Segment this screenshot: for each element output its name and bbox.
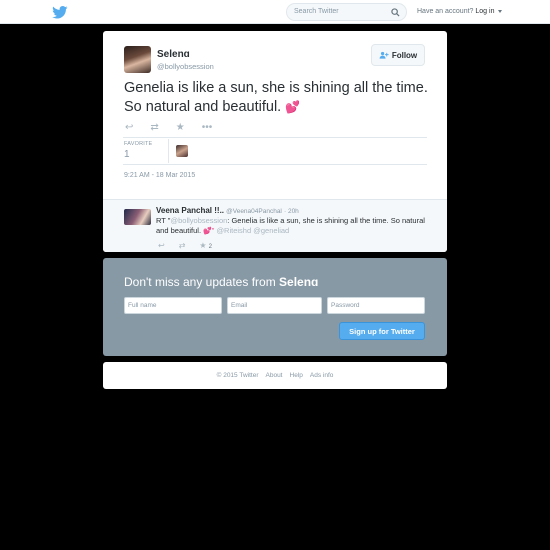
author-name[interactable]: Selenɑ <box>157 49 190 60</box>
reply-icon[interactable]: ↩ <box>158 241 165 250</box>
footer-help-link[interactable]: Help <box>290 372 303 379</box>
signup-heading-prefix: Don't miss any updates from <box>124 275 276 289</box>
tweet-timestamp[interactable]: 9:21 AM - 18 Mar 2015 <box>124 172 195 179</box>
reply-author-name[interactable]: Veena Panchal !!.. <box>156 206 224 215</box>
favorite-star-icon[interactable]: ★ <box>176 122 185 133</box>
favorite-count[interactable]: 1 <box>124 149 130 160</box>
reply-icon[interactable]: ↩ <box>125 122 133 133</box>
reply-author-handle[interactable]: @Veena04Panchal <box>226 208 282 215</box>
divider <box>123 137 427 138</box>
reply-actions: ↩ ⇄ ★ 2 <box>158 241 212 250</box>
more-options-icon[interactable]: ••• <box>202 122 213 133</box>
reply-avatar[interactable] <box>124 209 151 225</box>
reply-tweet[interactable]: Veena Panchal !!.. @Veena04Panchal · 20h… <box>103 199 447 252</box>
tweet-body: Genelia is like a sun, she is shining al… <box>124 80 428 115</box>
two-hearts-emoji: 💕 <box>285 100 301 114</box>
favorite-star-icon[interactable]: ★ 2 <box>199 241 212 250</box>
search-icon[interactable] <box>391 8 400 17</box>
avatar[interactable] <box>124 46 151 73</box>
follow-label: Follow <box>391 50 418 60</box>
footer-ads-link[interactable]: Ads info <box>310 372 334 379</box>
search-input[interactable]: Search Twitter <box>286 3 407 21</box>
account-prompt: Have an account? <box>417 8 474 15</box>
search-placeholder: Search Twitter <box>294 8 339 15</box>
footer-copyright: © 2015 Twitter <box>216 372 259 379</box>
account-area: Have an account? Log in <box>417 8 503 15</box>
password-field[interactable]: Password <box>327 297 425 314</box>
favoriter-avatar[interactable] <box>176 145 188 157</box>
tweet-text: Genelia is like a sun, she is shining al… <box>124 79 429 117</box>
email-placeholder: Email <box>231 302 248 309</box>
divider <box>123 164 427 165</box>
follow-button[interactable]: Follow <box>371 44 425 66</box>
reply-mention-geneliad[interactable]: @geneliad <box>253 226 289 235</box>
footer: © 2015 Twitter About Help Ads info <box>103 362 447 389</box>
tweet-card: Selenɑ @bollyobsession Follow Genelia is… <box>103 31 447 252</box>
twitter-bird-icon[interactable] <box>52 6 68 19</box>
top-navigation-bar: Search Twitter Have an account? Log in <box>0 0 550 24</box>
retweet-icon[interactable]: ⇄ <box>179 241 186 250</box>
fullname-placeholder: Full name <box>128 302 157 309</box>
reply-mention[interactable]: @bollyobsession <box>170 216 227 225</box>
two-hearts-emoji: 💕" <box>203 228 215 235</box>
fullname-field[interactable]: Full name <box>124 297 222 314</box>
login-link[interactable]: Log in <box>475 8 494 15</box>
signup-heading: Don't miss any updates from Selenɑ <box>124 275 318 289</box>
reply-favorite-count: 2 <box>208 244 212 250</box>
footer-about-link[interactable]: About <box>266 372 283 379</box>
signup-button[interactable]: Sign up for Twitter <box>339 322 425 340</box>
reply-time[interactable]: · 20h <box>284 208 299 215</box>
reply-header: Veena Panchal !!.. @Veena04Panchal · 20h <box>156 206 299 215</box>
reply-prefix: RT " <box>156 216 171 225</box>
retweet-icon[interactable]: ⇄ <box>150 122 158 133</box>
chevron-down-icon[interactable] <box>498 9 503 13</box>
email-field[interactable]: Email <box>227 297 322 314</box>
stats-separator <box>168 139 169 163</box>
reply-text: RT "@bollyobsession: Genelia is like a s… <box>156 216 436 237</box>
author-handle[interactable]: @bollyobsession <box>157 62 214 71</box>
signup-heading-name: Selenɑ <box>279 275 319 289</box>
favorite-label: FAVORITE <box>124 141 153 147</box>
reply-mention-riteishd[interactable]: @Riteishd <box>216 226 251 235</box>
tweet-actions: ↩ ⇄ ★ ••• <box>125 122 212 133</box>
add-user-icon <box>379 51 389 59</box>
password-placeholder: Password <box>331 302 360 309</box>
signup-panel: Don't miss any updates from Selenɑ Full … <box>103 258 447 356</box>
